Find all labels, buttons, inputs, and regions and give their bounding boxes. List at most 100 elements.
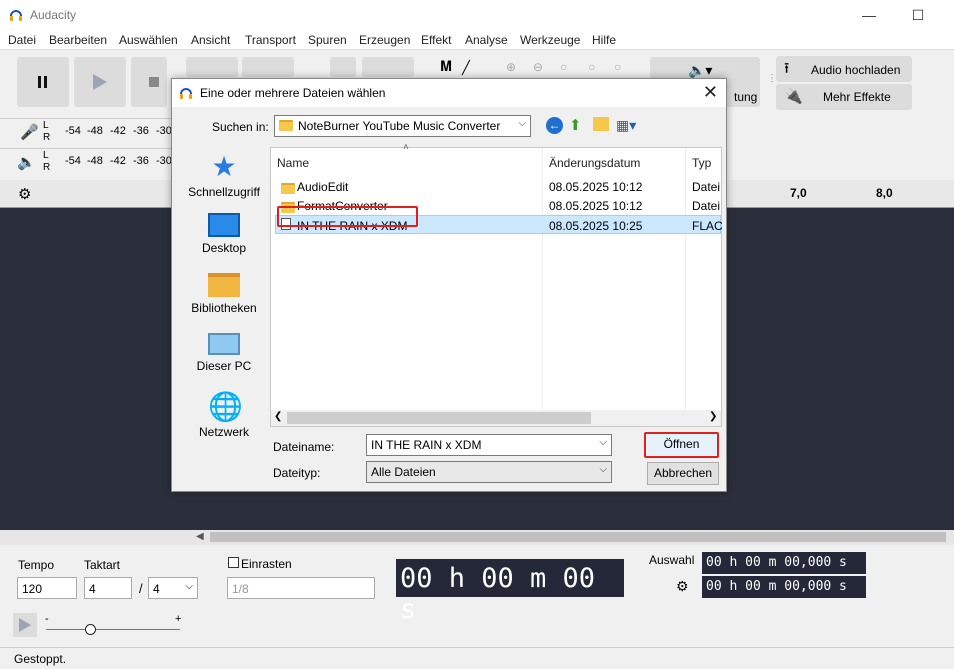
- horizontal-scrollbar[interactable]: ◀: [0, 530, 954, 545]
- scroll-left-icon[interactable]: ❮: [274, 411, 282, 422]
- record-button[interactable]: [362, 57, 414, 77]
- taktart-separator: /: [139, 581, 143, 596]
- envelope-tool-icon[interactable]: ╱: [462, 60, 470, 76]
- meter-tick: -30: [156, 155, 172, 167]
- menu-spuren[interactable]: Spuren: [308, 33, 347, 47]
- zoom-toggle-icon[interactable]: ○: [614, 60, 621, 74]
- file-list-hscrollbar[interactable]: ❮ ❯: [271, 410, 721, 426]
- column-name[interactable]: Name: [277, 156, 309, 170]
- slider-plus-label: +: [175, 613, 182, 625]
- snap-checkbox[interactable]: [228, 557, 239, 568]
- close-icon[interactable]: ✕: [703, 82, 718, 103]
- gear-icon[interactable]: ⚙: [18, 185, 31, 203]
- menu-auswaehlen[interactable]: Auswählen: [119, 33, 178, 47]
- chevron-down-icon: ⌵: [599, 464, 607, 475]
- look-in-select[interactable]: NoteBurner YouTube Music Converter ⌵: [274, 115, 531, 137]
- highlight-box: [277, 206, 418, 227]
- menu-ansicht[interactable]: Ansicht: [191, 33, 230, 47]
- skip-button[interactable]: [186, 57, 238, 77]
- scroll-left-icon[interactable]: ◀: [196, 531, 204, 542]
- folder-icon: [279, 120, 293, 131]
- menu-datei[interactable]: Datei: [8, 33, 36, 47]
- select-tool-icon[interactable]: 𝐌: [440, 58, 452, 75]
- cancel-button[interactable]: Abbrechen: [647, 462, 719, 485]
- zoom-fit-icon[interactable]: ○: [588, 60, 595, 74]
- star-icon: ★: [211, 151, 237, 182]
- new-folder-icon[interactable]: [593, 117, 609, 131]
- menu-transport[interactable]: Transport: [245, 33, 296, 47]
- file-list[interactable]: ˄ Name Änderungsdatum Typ AudioEdit 08.0…: [270, 142, 723, 427]
- speed-slider-track[interactable]: [46, 629, 180, 630]
- menu-hilfe[interactable]: Hilfe: [592, 33, 616, 47]
- selection-end-display[interactable]: 00 h 00 m 00,000 s: [702, 576, 866, 598]
- place-this-pc[interactable]: Dieser PC: [180, 333, 268, 373]
- play-button[interactable]: [74, 57, 126, 107]
- taktart-numerator-input[interactable]: 4: [84, 577, 132, 599]
- place-network[interactable]: 🌐 Netzwerk: [180, 391, 268, 440]
- time-display[interactable]: 00 h 00 m 00 s: [396, 559, 624, 625]
- tempo-label: Tempo: [18, 558, 55, 572]
- app-titlebar: Audacity — ☐: [0, 0, 954, 30]
- loop-button[interactable]: [330, 57, 356, 77]
- up-folder-icon[interactable]: ⬆: [569, 116, 582, 134]
- file-name: AudioEdit: [297, 180, 349, 194]
- more-effects-button[interactable]: 🔌 Mehr Effekte: [776, 84, 912, 110]
- scrollbar-thumb[interactable]: [287, 412, 591, 424]
- menu-bearbeiten[interactable]: Bearbeiten: [49, 33, 107, 47]
- meter-tick: -36: [133, 155, 149, 167]
- place-quick-access[interactable]: ★ Schnellzugriff: [180, 151, 268, 200]
- ruler-tick: 7,0: [790, 186, 807, 200]
- network-icon: 🌐: [208, 391, 243, 422]
- maximize-icon[interactable]: ☐: [909, 6, 927, 24]
- snap-label: Einrasten: [241, 557, 292, 571]
- audio-upload-button[interactable]: ⭱ Audio hochladen: [776, 56, 912, 82]
- column-date[interactable]: Änderungsdatum: [549, 156, 640, 170]
- view-menu-icon[interactable]: ▦▾: [616, 117, 636, 134]
- scroll-right-icon[interactable]: ❯: [709, 411, 717, 422]
- playback-meter[interactable]: 🔈 L R -54 -48 -42 -36 -30: [0, 148, 175, 174]
- meter-tick: -48: [87, 125, 103, 137]
- record-meter[interactable]: 🎤 L R -54 -48 -42 -36 -30: [0, 118, 175, 144]
- speaker-icon: 🔈▾: [688, 62, 713, 78]
- status-text: Gestoppt.: [14, 652, 67, 666]
- meter-tick: -30: [156, 125, 172, 137]
- selection-label: Auswahl: [649, 553, 695, 567]
- selection-gear-icon[interactable]: ⚙: [676, 578, 689, 595]
- audio-setup-label: tung: [734, 90, 758, 104]
- open-button[interactable]: Öffnen: [644, 432, 719, 458]
- zoom-sel-icon[interactable]: ○: [560, 60, 567, 74]
- skip-end-button[interactable]: [242, 57, 294, 77]
- tempo-input[interactable]: 120: [17, 577, 77, 599]
- selection-start-display[interactable]: 00 h 00 m 00,000 s: [702, 552, 866, 574]
- play-at-speed-button[interactable]: [13, 613, 37, 637]
- file-date: 08.05.2025 10:25: [549, 219, 643, 233]
- file-type: Datei: [692, 180, 721, 194]
- pause-button[interactable]: [17, 57, 69, 107]
- menu-analyse[interactable]: Analyse: [465, 33, 508, 47]
- look-in-label: Suchen in:: [212, 120, 269, 134]
- taktart-denominator-select[interactable]: 4 ⌵: [148, 577, 198, 599]
- audacity-logo-icon: [10, 10, 22, 21]
- filename-input[interactable]: IN THE RAIN x XDM ⌵: [366, 434, 612, 456]
- snap-select[interactable]: 1/8: [227, 577, 375, 599]
- column-type[interactable]: Typ: [692, 156, 711, 170]
- toolbar-grip[interactable]: ⋮: [767, 74, 777, 84]
- speed-slider-handle[interactable]: [85, 624, 96, 635]
- scrollbar-thumb[interactable]: [210, 532, 946, 542]
- menu-erzeugen[interactable]: Erzeugen: [359, 33, 410, 47]
- filetype-label: Dateityp:: [273, 466, 321, 480]
- place-desktop[interactable]: Desktop: [180, 213, 268, 255]
- file-row[interactable]: AudioEdit 08.05.2025 10:12 Datei: [275, 177, 721, 196]
- back-icon[interactable]: ←: [546, 117, 563, 134]
- chevron-down-icon: ⌵: [599, 437, 607, 448]
- place-libraries[interactable]: Bibliotheken: [180, 273, 268, 315]
- file-type: Datei: [692, 199, 721, 213]
- stop-button[interactable]: [131, 57, 167, 107]
- menu-werkzeuge[interactable]: Werkzeuge: [520, 33, 580, 47]
- minimize-icon[interactable]: —: [860, 6, 878, 24]
- filetype-select[interactable]: Alle Dateien ⌵: [366, 461, 612, 483]
- menu-effekt[interactable]: Effekt: [421, 33, 451, 47]
- zoom-in-icon[interactable]: ⊕: [506, 60, 516, 74]
- zoom-out-icon[interactable]: ⊖: [533, 60, 543, 74]
- meter-tick: -48: [87, 155, 103, 167]
